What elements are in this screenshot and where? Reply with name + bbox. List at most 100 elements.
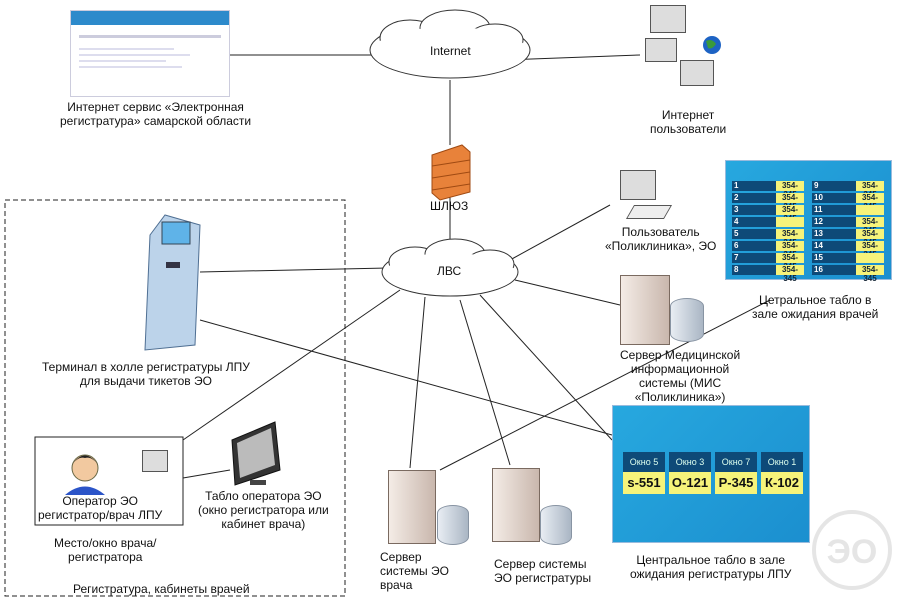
ticket-number: О-121: [669, 472, 711, 494]
mis-server-label: Сервер Медицинской информационной систем…: [620, 348, 741, 404]
board-row-number: 13: [812, 229, 856, 239]
board-row-number: 14: [812, 241, 856, 251]
web-service-label: Интернет сервис «Электронная регистратур…: [60, 100, 252, 128]
board-row-number: 5: [732, 229, 776, 239]
board-row-code: 354-345: [856, 217, 884, 235]
mis-server-icon: [620, 275, 670, 345]
database-icon: [540, 505, 572, 545]
board-row-code: [776, 217, 804, 227]
internet-label: Internet: [430, 44, 471, 58]
window-label: Окно 5: [623, 452, 665, 472]
board-row-code: [856, 253, 884, 263]
board-row: 10354-345: [812, 193, 886, 211]
registry-zone-label: Регистратура, кабинеты врачей: [73, 582, 250, 596]
operator-board-monitor-icon: [231, 421, 281, 486]
operator-label: Оператор ЭО регистратор/врач ЛПУ: [38, 494, 163, 522]
line-lan-registry-server: [459, 299, 511, 466]
registry-server-icon: [492, 468, 540, 542]
lan-label: ЛВС: [437, 264, 462, 278]
board-row-number: 9: [812, 181, 856, 191]
board-row-number: 8: [732, 265, 776, 275]
ticket-number: К-102: [761, 472, 803, 494]
firewall-icon: [431, 144, 471, 201]
board-row-code: 354-345: [856, 229, 884, 247]
board-row: 9354-345: [812, 181, 886, 199]
board-row: 8 354-345: [732, 265, 806, 283]
board-row-number: 6: [732, 241, 776, 251]
board-row: 11: [812, 205, 886, 215]
board-row: 3354-345: [732, 205, 806, 223]
board-row-code: 354-345: [776, 241, 804, 259]
board-row-code: [856, 205, 884, 215]
board-row-code: 354-345: [856, 193, 884, 211]
board-row-code: 354-345: [856, 265, 884, 283]
board-row-number: 1: [732, 181, 776, 191]
database-icon: [670, 298, 704, 342]
ticket-number: Р-345: [715, 472, 757, 494]
board-row-number: 7: [732, 253, 776, 263]
doctor-server-icon: [388, 470, 436, 544]
workplace-label: Место/окно врача/ регистратора: [54, 536, 157, 564]
line-pc-operator-board: [182, 469, 231, 479]
computer-icon: [650, 5, 686, 33]
board-row-code: 354-345: [776, 253, 804, 271]
board-row-number: 2: [732, 193, 776, 203]
board-row-code: 354-345: [776, 229, 804, 247]
computer-icon: [680, 60, 714, 86]
window-call-card: Окно 1 К-102: [761, 452, 803, 494]
network-diagram: ЭО 1354-3452354-3453354-34545354-3456354…: [0, 0, 901, 600]
web-service-screenshot: [70, 10, 230, 97]
watermark-logo: ЭО: [812, 510, 892, 590]
board-row: 14354-345: [812, 241, 886, 259]
board-row: 4: [732, 217, 806, 227]
board-row-code: 354-345: [776, 205, 804, 223]
board-row-code: 354-345: [856, 181, 884, 199]
board-row-code: 354-345: [776, 181, 804, 199]
board-row: 7354-345: [732, 253, 806, 271]
board-row: 6354-345: [732, 241, 806, 259]
board-row: 16 354-345: [812, 265, 886, 283]
board-row-number: 4: [732, 217, 776, 227]
board-row-number: 10: [812, 193, 856, 203]
svg-text:ЭО: ЭО: [827, 533, 878, 571]
internet-users-label: Интернет пользователи: [650, 108, 727, 136]
window-label: Окно 1: [761, 452, 803, 472]
doctor-server-label: Сервер системы ЭО врача: [380, 550, 449, 592]
operator-board-label: Табло оператора ЭО (окно регистратора ил…: [198, 489, 329, 531]
board-row-number: 15: [812, 253, 856, 263]
board-row-code: 354-345: [776, 265, 804, 283]
window-label: Окно 7: [715, 452, 757, 472]
operator-computer-icon: [142, 450, 168, 472]
window-call-card: Окно 7 Р-345: [715, 452, 757, 494]
ticket-number: s-551: [623, 472, 665, 494]
gateway-label: ШЛЮЗ: [430, 199, 469, 213]
board-row: 12354-345: [812, 217, 886, 235]
database-icon: [437, 505, 469, 545]
computer-icon: [645, 38, 677, 62]
line-lan-registry-board: [479, 294, 613, 441]
clinic-user-label: Пользователь «Поликлиника», ЭО: [605, 225, 717, 253]
board-row: 2354-345: [732, 193, 806, 211]
board-row-number: 11: [812, 205, 856, 215]
board-row-number: 16: [812, 265, 856, 275]
board-row: 1354-345: [732, 181, 806, 199]
board-row-number: 3: [732, 205, 776, 215]
registry-board-caption: Центральное табло в зале ожидания регист…: [630, 553, 792, 581]
board-row-number: 12: [812, 217, 856, 227]
board-row: 13354-345: [812, 229, 886, 247]
board-row: 5354-345: [732, 229, 806, 247]
line-lan-mis: [514, 279, 621, 306]
board-row: 15: [812, 253, 886, 263]
board-row-code: 354-345: [856, 241, 884, 259]
line-terminal-board: [199, 319, 613, 436]
window-call-card: Окно 5 s-551: [623, 452, 665, 494]
doctors-board-caption: Цетральное табло в зале ожидания врачей: [752, 293, 879, 321]
registry-server-label: Сервер системы ЭО регистратуры: [494, 557, 592, 585]
doctors-waiting-board: 1354-3452354-3453354-34545354-3456354-34…: [725, 160, 892, 283]
registry-waiting-board: Окно 5 s-551 Окно 3 О-121 Окно 7 Р-345 Окно 1К…: [612, 405, 810, 543]
kiosk-icon: [144, 214, 201, 351]
window-call-card: Окно 3 О-121: [669, 452, 711, 494]
line-lan-terminal: [199, 267, 386, 273]
globe-icon: [703, 36, 721, 54]
line-lan-user: [509, 204, 611, 261]
